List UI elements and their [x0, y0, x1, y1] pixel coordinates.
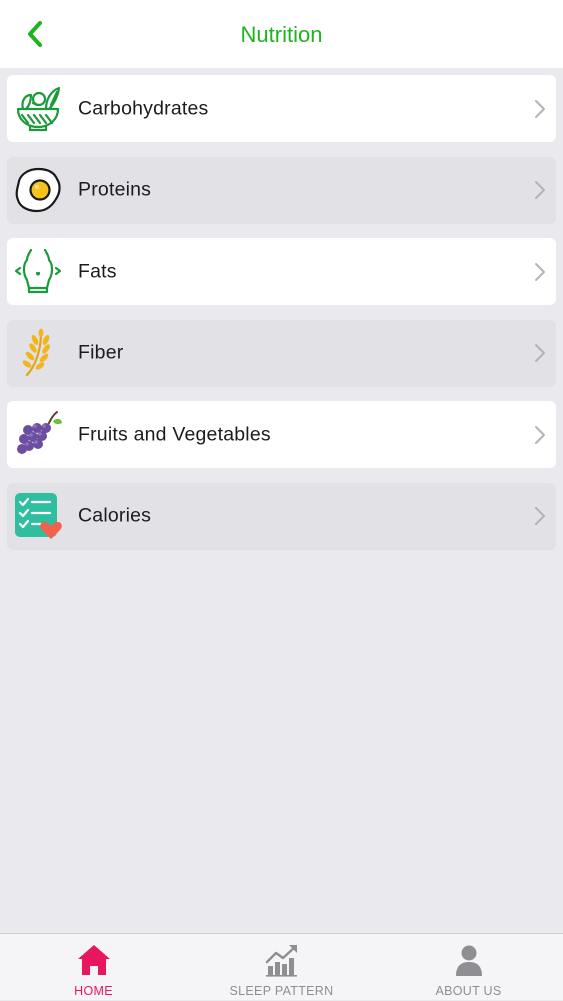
list-item-label: Carbohydrates — [78, 97, 209, 119]
tab-sleep-pattern[interactable]: SLEEP PATTERN — [188, 934, 375, 1001]
checklist-heart-icon — [13, 491, 63, 541]
navigation-bar: Nutrition — [0, 0, 563, 68]
list-item-label: Calories — [78, 504, 152, 527]
chevron-right-icon — [535, 181, 545, 199]
tab-about-us[interactable]: ABOUT US — [375, 934, 562, 1001]
list-item-label: Proteins — [78, 178, 152, 201]
belly-icon — [13, 246, 63, 296]
list-item-fruits-and-vegetables[interactable]: Fruits and Vegetables — [7, 401, 556, 468]
fried-egg-icon — [13, 165, 63, 215]
tab-label: HOME — [74, 984, 113, 998]
nutrition-list: Carbohydrates Proteins Fats Fiber Fruits… — [7, 75, 556, 564]
tab-label: ABOUT US — [435, 984, 502, 998]
list-item-label: Fiber — [78, 341, 124, 364]
list-item-fiber[interactable]: Fiber — [7, 319, 556, 387]
list-item-label: Fats — [78, 260, 117, 282]
page-title: Nutrition — [240, 22, 323, 47]
list-item-label: Fruits and Vegetables — [78, 423, 271, 445]
home-icon — [77, 945, 110, 975]
list-item-calories[interactable]: Calories — [7, 482, 556, 550]
chevron-right-icon — [535, 99, 545, 118]
grapes-icon — [13, 409, 63, 459]
chevron-right-icon — [535, 425, 545, 444]
list-item-carbohydrates[interactable]: Carbohydrates — [7, 75, 556, 142]
chevron-right-icon — [535, 262, 545, 281]
chevron-right-icon — [535, 344, 545, 362]
chart-trend-icon — [265, 945, 297, 977]
tab-home[interactable]: HOME — [0, 934, 187, 1001]
salad-bowl-icon — [13, 83, 63, 133]
person-icon — [455, 945, 482, 976]
tab-bar: HOME SLEEP PATTERN ABOUT US — [0, 933, 563, 1000]
chevron-right-icon — [535, 507, 545, 525]
list-item-proteins[interactable]: Proteins — [7, 156, 556, 224]
wheat-icon — [13, 328, 63, 378]
tab-label: SLEEP PATTERN — [229, 984, 334, 998]
list-item-fats[interactable]: Fats — [7, 238, 556, 305]
